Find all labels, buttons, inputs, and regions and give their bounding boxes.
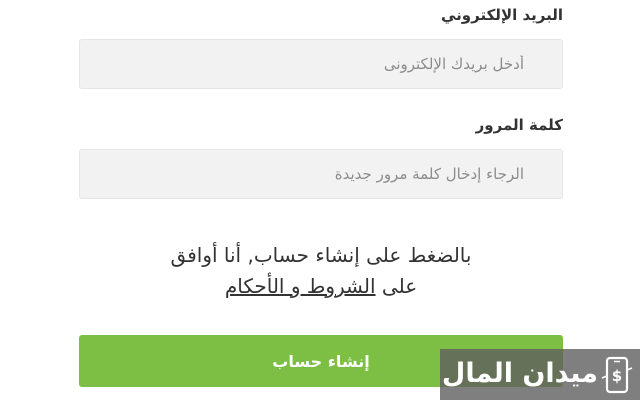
- password-input[interactable]: [79, 149, 563, 199]
- svg-text:$: $: [612, 367, 622, 385]
- terms-link[interactable]: الشروط و الأحكام: [225, 274, 376, 298]
- terms-prefix: على: [381, 274, 418, 298]
- watermark: $ ميدان المال: [440, 349, 640, 400]
- terms-line-2: على الشروط و الأحكام: [79, 271, 563, 302]
- email-label: البريد الإلكتروني: [441, 6, 563, 24]
- watermark-text: ميدان المال: [441, 358, 598, 389]
- terms-text: بالضغط على إنشاء حساب, أنا أوافق: [170, 243, 472, 267]
- password-label: كلمة المرور: [475, 116, 563, 134]
- money-phone-icon: $: [601, 356, 633, 393]
- signup-form: البريد الإلكتروني كلمة المرور بالضغط على…: [0, 0, 640, 400]
- terms-notice: بالضغط على إنشاء حساب, أنا أوافق على الش…: [79, 240, 563, 302]
- email-input[interactable]: [79, 39, 563, 89]
